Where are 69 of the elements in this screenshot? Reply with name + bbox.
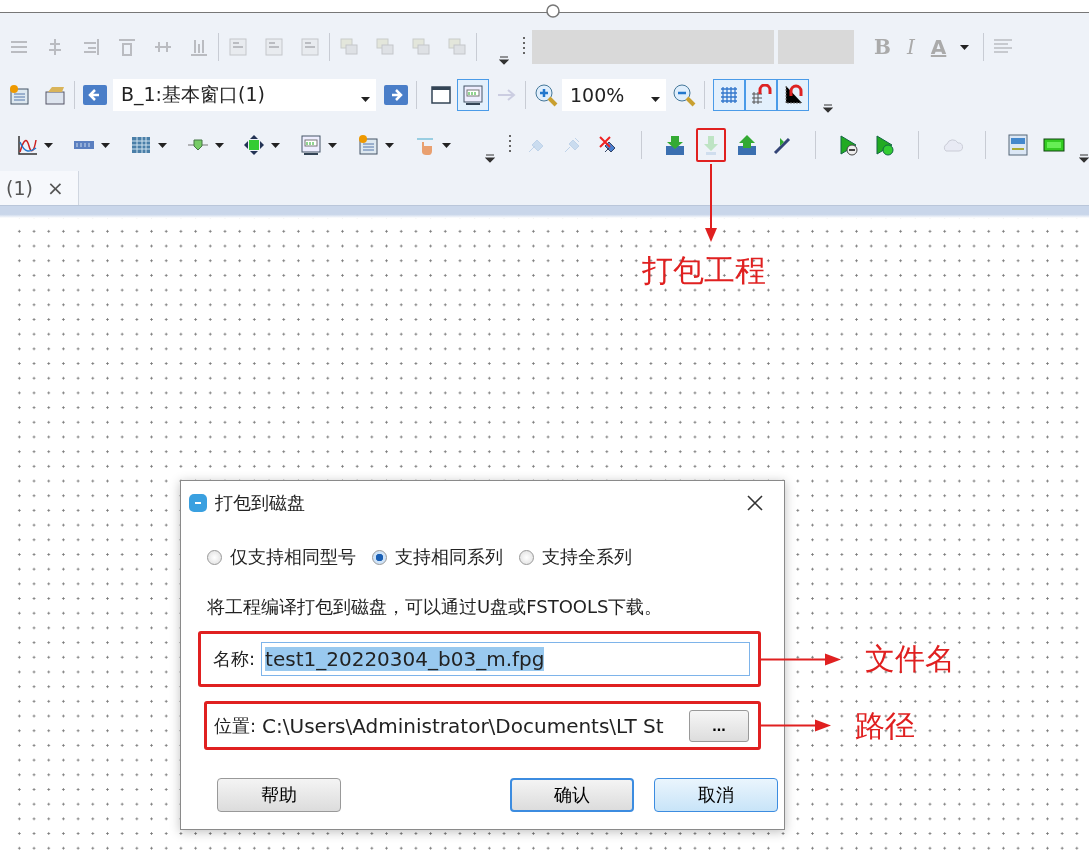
caret-icon[interactable] [44,142,53,148]
panel-icon [462,84,484,106]
toggle-button[interactable] [713,79,745,111]
caret-icon[interactable] [960,44,970,50]
table-icon[interactable] [129,134,152,156]
caret-icon[interactable] [157,142,167,148]
caret-icon[interactable] [651,97,660,102]
caret-icon[interactable] [385,142,395,148]
dialog-button[interactable]: 帮助 [217,778,341,812]
path-text: C:\Users\Administrator\Documents\LT St [262,713,664,738]
caret-icon[interactable] [328,142,338,148]
resize-handle[interactable] [546,4,560,18]
dialog-button[interactable]: 取消 [654,778,778,812]
description-text: 将工程编译打包到磁盘，可以通过U盘或FSTOOLS下载。 [206,595,664,619]
run-icon[interactable] [874,134,896,156]
overflow-icon[interactable] [823,103,833,113]
magnet-axis-icon [782,84,804,106]
caret-icon[interactable] [214,142,224,148]
caret-icon[interactable] [100,142,110,148]
upload-icon[interactable] [735,134,758,156]
magnet-grid-icon [750,84,772,106]
radio-label[interactable]: 仅支持相同型号 [230,545,356,569]
caret-icon[interactable] [442,142,451,148]
alarm-list-icon[interactable] [8,84,30,106]
overflow-icon[interactable] [1079,153,1089,163]
toggle-button[interactable] [745,79,777,111]
zoom-field[interactable]: 100% [562,79,666,111]
field-label: 名称: [213,647,256,671]
close-icon[interactable] [746,494,764,512]
input-field[interactable]: test1_20220304_b03_m.fpg [261,642,750,676]
zoom-out-icon[interactable] [672,83,696,107]
zoom-in-icon[interactable] [534,83,558,107]
caret-icon[interactable] [271,142,281,148]
window-selector[interactable]: B_1:基本窗口(1) [113,79,376,111]
font-size-field[interactable] [778,30,854,64]
annotation-label: 打包工程 [641,251,766,290]
highlight-box [695,128,726,162]
panel-icon[interactable] [300,134,323,156]
overflow-icon[interactable] [484,153,495,163]
dialog-title: 打包到磁盘 [215,491,305,515]
move-icon[interactable] [243,134,266,156]
line-chart-icon[interactable] [16,134,38,156]
annotation-label: 文件名 [865,639,955,678]
annotation-label: 路径 [855,706,915,744]
run-stop-icon[interactable] [838,134,861,156]
next-icon[interactable] [384,85,408,105]
csv-file-icon[interactable] [1007,134,1030,156]
document-tab[interactable]: (1) × [0,171,79,205]
browse-button[interactable]: ... [689,709,749,742]
radio-button[interactable] [372,549,387,565]
previous-icon[interactable] [83,85,107,105]
radio-button[interactable] [519,549,534,565]
radio-label[interactable]: 支持相同系列 [395,545,503,569]
overflow-icon[interactable] [499,55,509,65]
dialog-button[interactable]: 确认 [510,778,634,812]
window-icon [430,84,452,106]
caret-icon[interactable] [361,97,370,102]
grid-icon [718,84,740,106]
app-icon [189,494,207,512]
radio-label[interactable]: 支持全系列 [542,545,632,569]
font-name-field[interactable] [532,30,774,64]
toggle-button[interactable] [457,79,489,111]
radio-button[interactable] [207,549,222,565]
toggle-button[interactable] [777,79,809,111]
alarm-list-icon[interactable] [357,134,380,156]
open-folder-icon[interactable] [44,84,66,106]
field-label: 位置: [214,713,257,738]
close-tab-icon[interactable]: × [46,176,64,200]
download-icon[interactable] [663,134,686,156]
